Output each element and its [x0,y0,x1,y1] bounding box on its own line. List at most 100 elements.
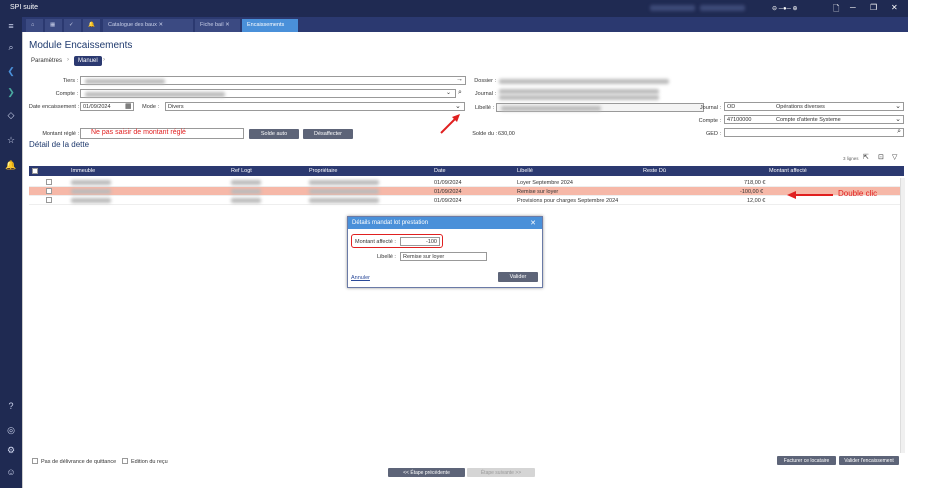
compte-label: Compte : [55,91,78,97]
row-libelle: Remise sur loyer [517,189,559,195]
settings-icon[interactable]: ⚙ [0,445,22,456]
page-title: Module Encaissements [29,40,133,51]
facturer-button[interactable]: Facturer ce locataire [777,456,836,465]
filter-icon[interactable]: ▽ [892,153,897,161]
dialog-montant-input[interactable]: -100 [400,237,440,246]
libelle-input[interactable] [496,103,704,112]
journal-od-label: Journal : [699,105,721,111]
step-parametres[interactable]: Paramètres [31,58,62,64]
tab-fiche-bail[interactable]: Fiche bail ✕ [195,19,240,32]
desaffecter-button[interactable]: Désaffecter [303,129,353,139]
row-date: 01/09/2024 [434,180,462,186]
select-all-checkbox[interactable] [32,168,38,174]
compte-attente-label: Compte : [698,118,721,124]
notification-icon[interactable]: 🔔 [0,160,22,171]
export-icon[interactable]: ⇱ [863,153,869,161]
search-icon[interactable]: ⌕ [0,42,22,53]
details-dialog: Détails mandat lot prestation ✕ Montant a… [347,216,543,288]
ged-label: GED : [706,131,721,137]
dialog-libelle-label: Libellé : [377,254,396,260]
file-icon[interactable]: 🗋 [833,3,839,17]
chevron-down-icon[interactable]: ⌄ [455,102,461,110]
annuler-link[interactable]: Annuler [351,275,370,281]
mode-label: Mode : [142,104,159,110]
search-icon[interactable]: ⌕ [458,89,462,97]
mode-select[interactable]: Divers [165,102,465,111]
annotation-arrow [440,114,460,134]
table-row-selected[interactable]: 01/09/2024 Remise sur loyer -100,00 € [29,187,904,196]
recu-label: Edition du reçu [131,459,168,465]
valider-encaissement-button[interactable]: Valider l'encaissement [839,456,899,465]
user-icon[interactable]: ☺ [0,467,22,477]
tiers-input[interactable] [80,76,466,85]
row-checkbox[interactable] [46,179,52,185]
bell-tab[interactable]: 🔔 [83,19,100,32]
diamond-icon[interactable]: ◇ [0,110,22,121]
double-clic-annotation: Double clic [838,189,878,198]
solde-auto-button[interactable]: Solde auto [249,129,299,139]
row-libelle: Provisions pour charges Septembre 2024 [517,198,619,204]
close-button[interactable]: ✕ [891,3,898,12]
col-libelle[interactable]: Libellé [517,168,533,174]
col-date[interactable]: Date [434,168,446,174]
tab-catalogue[interactable]: Catalogue des baux ✕ [103,19,193,32]
outer-margin [908,0,945,488]
libelle-label: Libellé : [475,105,494,111]
table-header: Immeuble Ref Logt Propriétaire Date Libe… [29,166,904,176]
compte-input[interactable] [80,89,456,98]
col-proprietaire[interactable]: Propriétaire [309,168,337,174]
calendar-tab[interactable]: ▦ [45,19,62,32]
app-title: SPI suite [10,4,39,11]
recu-checkbox[interactable] [122,458,128,464]
maximize-button[interactable]: ❐ [870,3,877,12]
chevron-down-icon[interactable]: ⌄ [446,89,451,96]
dialog-libelle-input[interactable]: Remise sur loyer [400,252,487,261]
col-ref-logt[interactable]: Ref Logt [231,168,252,174]
solde-du-label: Solde du : [472,131,497,137]
row-montant: 12,00 € [747,198,766,204]
next-step-button[interactable]: Étape suivante >> [467,468,535,477]
columns-icon[interactable]: ⊡ [878,153,884,161]
dialog-title-bar: Détails mandat lot prestation ✕ [348,217,542,229]
arrow-right-icon[interactable]: → [456,76,463,83]
help-icon[interactable]: ? [0,401,22,411]
row-checkbox[interactable] [46,188,52,194]
headset-icon[interactable]: ◎ [0,425,22,436]
row-count: 3 lignes [843,156,859,161]
row-checkbox[interactable] [46,197,52,203]
col-immeuble[interactable]: Immeuble [71,168,95,174]
compte-select[interactable]: 47100000 Compte d'attente Systeme ⌄ [724,115,904,124]
sidebar: ≡ ⌕ ❮ ❯ ◇ ☆ 🔔 ? ◎ ⚙ ☺ [0,17,22,488]
check-tab[interactable]: ✓ [64,19,81,32]
table-row[interactable]: 01/09/2024 Loyer Septembre 2024 718,00 € [29,178,904,187]
close-icon[interactable]: ✕ [530,219,536,227]
col-montant-affecte[interactable]: Montant affecté [769,168,807,174]
step-separator: › [67,57,69,63]
row-date: 01/09/2024 [434,189,462,195]
tab-bar: ⌂ ▦ ✓ 🔔 Catalogue des baux ✕ Fiche bail … [22,17,908,32]
menu-icon[interactable]: ≡ [0,21,22,31]
dossier-label: Dossier : [474,78,496,84]
dialog-title: Détails mandat lot prestation [352,220,429,226]
step-manuel[interactable]: Manuel [74,56,102,66]
detail-title: Détail de la dette [29,140,90,149]
annotation-arrow-left [787,191,833,199]
journal-label: Journal : [474,91,496,97]
valider-button[interactable]: Valider [498,272,538,282]
previous-step-button[interactable]: << Étape précédente [388,468,465,477]
home-tab[interactable]: ⌂ [26,19,43,32]
quittance-checkbox[interactable] [32,458,38,464]
col-reste-du[interactable]: Reste Dû [643,168,666,174]
tab-encaissements[interactable]: Encaissements [242,19,298,32]
chevron-left-icon[interactable]: ❮ [0,66,22,77]
journal-select[interactable]: OD Opérations diverses ⌄ [724,102,904,111]
chevron-right-icon[interactable]: ❯ [0,87,22,98]
table-scrollbar[interactable] [900,178,905,453]
row-libelle: Loyer Septembre 2024 [517,180,573,186]
calendar-icon[interactable]: ▦ [125,102,132,110]
minimize-button[interactable]: ─ [850,3,856,12]
zoom-control[interactable]: ⊖ ─●─ ⊕ [772,5,798,12]
star-icon[interactable]: ☆ [0,135,22,146]
table-row[interactable]: 01/09/2024 Provisions pour charges Septe… [29,196,904,205]
ged-input[interactable]: ⌕ [724,128,904,137]
